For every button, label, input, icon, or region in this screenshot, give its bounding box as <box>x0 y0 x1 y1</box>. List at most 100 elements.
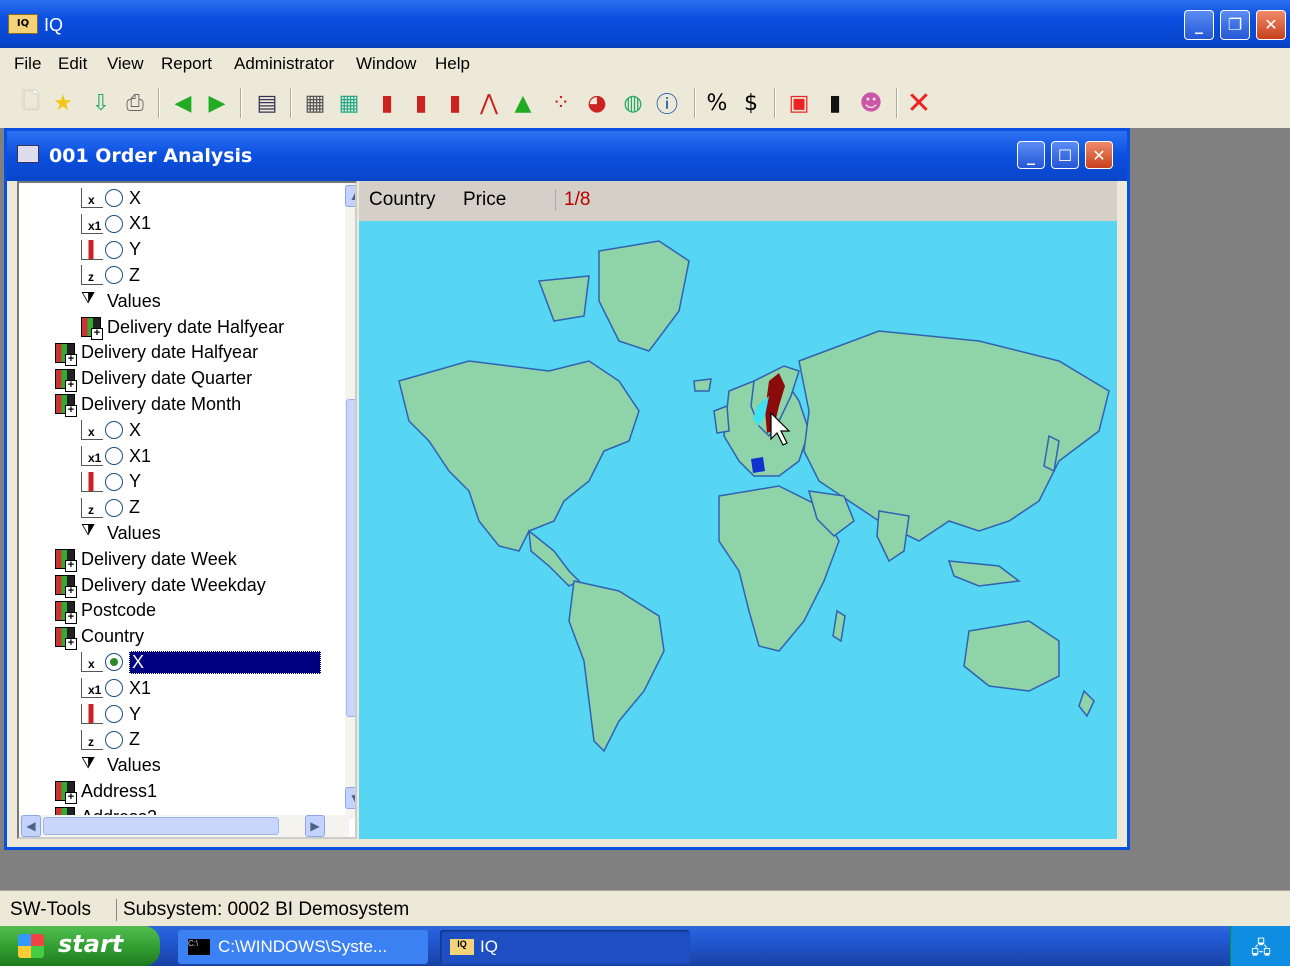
axis-radio-button[interactable] <box>105 189 123 207</box>
app-title: IQ <box>44 15 64 35</box>
tree-item-dim[interactable]: Address1 <box>55 778 157 805</box>
menu-report[interactable]: Report <box>161 54 212 74</box>
child-maximize-button[interactable]: ☐ <box>1051 141 1079 169</box>
minimize-button[interactable]: _ <box>1184 10 1214 40</box>
tree-item-axis[interactable]: zZ <box>81 727 140 753</box>
tree-item-dim[interactable]: Delivery date Halfyear <box>55 340 258 366</box>
table-icon[interactable]: ▦ <box>300 86 330 120</box>
restore-button[interactable]: ❐ <box>1220 10 1250 40</box>
traffic-light-icon[interactable]: ▮ <box>820 86 850 120</box>
tree-vertical-scrollbar[interactable]: ▲ ▼ <box>345 183 355 819</box>
tree-item-dim[interactable]: Delivery date Weekday <box>55 572 266 598</box>
bar-chart-3d-icon[interactable]: ▮ <box>406 86 436 120</box>
page-indicator[interactable]: 1/8 <box>555 189 590 211</box>
menu-bar: File Edit View Report Administrator Wind… <box>0 48 1290 80</box>
tree-item-label: Z <box>129 264 140 285</box>
menu-administrator[interactable]: Administrator <box>234 54 334 74</box>
vertical-scroll-thumb[interactable] <box>346 399 355 717</box>
axis-radio-button[interactable] <box>105 447 123 465</box>
axis-z-icon: z <box>81 729 103 750</box>
forward-arrow-icon[interactable]: ▶ <box>202 86 232 120</box>
tree-item-axis[interactable]: xX <box>81 417 141 443</box>
bar-chart-icon[interactable]: ▮ <box>372 86 402 120</box>
dimension-icon <box>55 575 77 598</box>
delete-x-icon[interactable]: ✕ <box>904 86 934 121</box>
axis-radio-button[interactable] <box>105 705 123 723</box>
tree-item-dim[interactable]: Country <box>55 624 144 650</box>
axis-radio-button[interactable] <box>105 498 123 517</box>
measure-label[interactable]: Price <box>463 189 506 211</box>
arctic-islands <box>537 275 590 322</box>
axis-radio-button[interactable] <box>105 653 123 672</box>
axis-radio-button[interactable] <box>105 730 123 749</box>
task-iq[interactable]: IQ IQ <box>440 930 690 964</box>
tree-item-axis[interactable]: x1 X1 <box>81 675 151 701</box>
back-arrow-icon[interactable]: ◀ <box>168 86 198 120</box>
scatter-chart-icon[interactable]: ⁘ <box>546 86 576 120</box>
dimension-tree[interactable]: xXx1X1YzZ⧩ValuesDelivery date HalfyearDe… <box>17 181 357 839</box>
status-subsystem: Subsystem: 0002 BI Demosystem <box>116 899 409 921</box>
stacked-bar-icon[interactable]: ▮ <box>440 86 470 120</box>
tree-item-values[interactable]: ⧩ Values <box>81 520 161 546</box>
pie-chart-icon[interactable]: ◕ <box>582 86 612 120</box>
tree-item-axis[interactable]: Y <box>81 469 141 495</box>
network-icon[interactable]: 🖧 <box>1251 936 1271 966</box>
task-cmd[interactable]: C:\ C:\WINDOWS\Syste... <box>178 930 428 964</box>
menu-file[interactable]: File <box>14 54 41 74</box>
tree-item-axis[interactable]: Y <box>81 237 141 263</box>
scroll-up-icon[interactable]: ▲ <box>345 185 355 207</box>
axis-radio-button[interactable] <box>105 472 123 491</box>
tree-item-axis[interactable]: zZ <box>81 262 140 288</box>
tree-item-values[interactable]: ⧩ Values <box>81 753 161 779</box>
tree-item-dim[interactable]: Delivery date Month <box>55 391 241 418</box>
tree-item-axis[interactable]: x1 X1 <box>81 211 151 237</box>
menu-edit[interactable]: Edit <box>58 54 87 74</box>
world-map[interactable] <box>359 221 1117 839</box>
tree-item-values[interactable]: ⧩ Values <box>81 288 161 314</box>
scroll-down-icon[interactable]: ▼ <box>345 787 355 809</box>
axis-radio-button[interactable] <box>105 421 123 440</box>
scroll-right-icon[interactable]: ▶ <box>305 815 325 837</box>
currency-icon[interactable]: $ <box>736 86 766 120</box>
tree-item-axis[interactable]: xX <box>81 649 321 675</box>
globe-map-icon[interactable]: ◍ <box>618 86 648 120</box>
percent-icon[interactable]: % <box>702 86 732 120</box>
layout-icon[interactable]: ▤ <box>252 86 282 120</box>
start-button[interactable]: start <box>0 926 160 966</box>
color-grid-icon[interactable]: ▣ <box>784 86 814 120</box>
area-chart-icon[interactable]: ▲ <box>508 86 538 120</box>
tree-item-axis[interactable]: xX <box>81 185 141 211</box>
child-minimize-button[interactable]: _ <box>1017 141 1045 169</box>
tree-item-dim[interactable]: Delivery date Quarter <box>55 366 252 392</box>
close-button[interactable]: ✕ <box>1256 10 1286 40</box>
line-chart-icon[interactable]: ⋀ <box>474 86 504 120</box>
info-icon[interactable]: ⓘ <box>652 86 682 120</box>
users-icon[interactable]: ☻ <box>856 86 886 120</box>
dimension-label[interactable]: Country <box>369 189 436 211</box>
favorite-star-icon[interactable]: ★ <box>48 86 78 120</box>
menu-help[interactable]: Help <box>435 54 470 74</box>
world-map-svg[interactable] <box>359 221 1117 839</box>
print-icon[interactable]: ⎙ <box>120 86 150 120</box>
tree-item-axis[interactable]: x1 X1 <box>81 443 151 469</box>
tree-item-dim[interactable]: Postcode <box>55 598 156 624</box>
tree-item-axis[interactable]: zZ <box>81 495 140 521</box>
axis-radio-button[interactable] <box>105 266 123 285</box>
tree-item-dim[interactable]: Delivery date Halfyear <box>81 314 284 340</box>
table-add-icon[interactable]: ▦ <box>334 86 364 120</box>
horizontal-scroll-thumb[interactable] <box>43 817 279 835</box>
menu-view[interactable]: View <box>107 54 144 74</box>
child-close-button[interactable]: ✕ <box>1085 141 1113 169</box>
tree-item-dim[interactable]: Delivery date Week <box>55 546 237 573</box>
new-document-icon[interactable]: 🗋 <box>16 86 46 120</box>
menu-window[interactable]: Window <box>356 54 416 74</box>
axis-y-icon <box>81 471 103 492</box>
import-icon[interactable]: ⇩ <box>86 86 116 120</box>
tree-horizontal-scrollbar[interactable]: ◀ ▶ <box>19 815 349 837</box>
axis-z-icon: z <box>81 265 103 286</box>
axis-radio-button[interactable] <box>105 679 123 698</box>
axis-radio-button[interactable] <box>105 214 123 233</box>
axis-radio-button[interactable] <box>105 240 123 259</box>
tree-item-axis[interactable]: Y <box>81 701 141 727</box>
scroll-left-icon[interactable]: ◀ <box>21 815 41 837</box>
